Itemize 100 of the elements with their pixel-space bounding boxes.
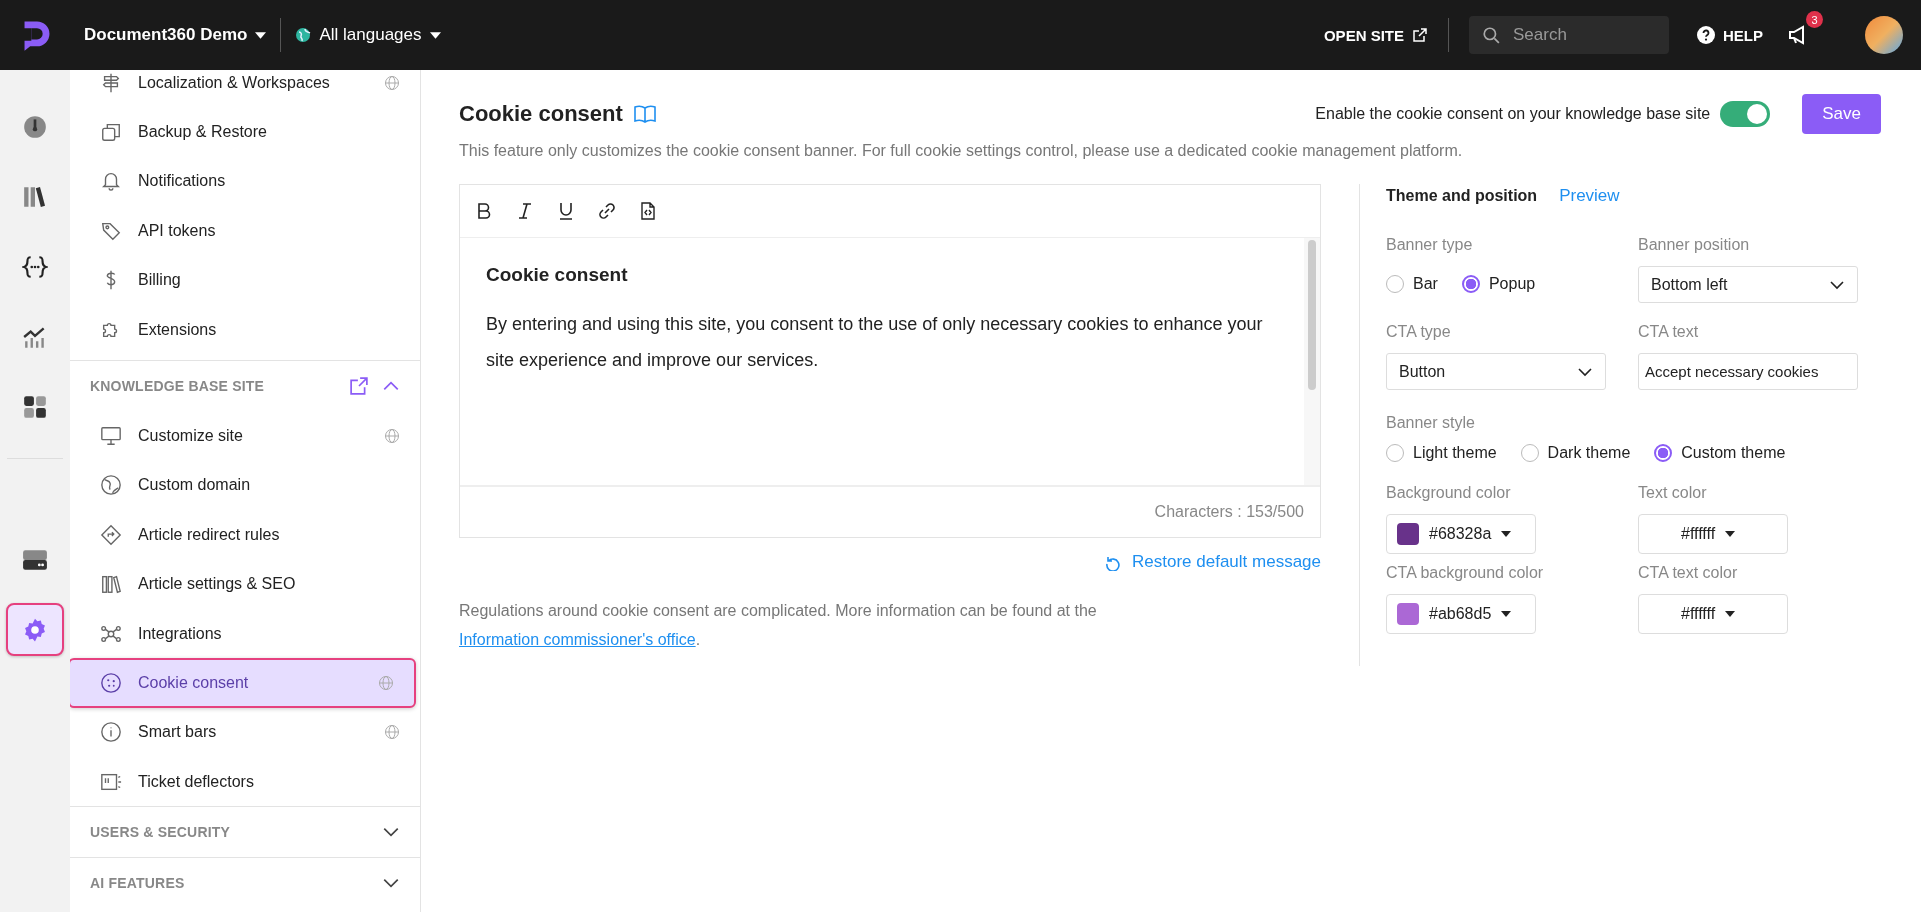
info-icon — [100, 721, 122, 744]
section-title: Theme and position — [1386, 187, 1538, 205]
field-label: Text color — [1638, 484, 1708, 502]
gauge-icon — [22, 113, 48, 140]
scrollbar[interactable] — [1304, 238, 1320, 485]
save-button[interactable]: Save — [1802, 94, 1881, 134]
sidebar-item-label: Article redirect rules — [138, 525, 281, 544]
section-header[interactable]: KNOWLEDGE BASE SITE — [70, 361, 420, 412]
page-description: This feature only customizes the cookie consent banner. For full cookie settings control, please use a dedicated cookie management platform. — [459, 142, 1464, 160]
diamond-arrow-icon — [100, 523, 122, 546]
sidebar-item-label: Backup & Restore — [138, 123, 268, 142]
section-header[interactable]: AI FEATURES — [70, 858, 420, 909]
link-button[interactable] — [597, 201, 617, 221]
radio-option[interactable]: Bar — [1386, 275, 1438, 293]
sidebar-item-label: Cookie consent — [138, 674, 250, 692]
external-link-icon[interactable] — [350, 377, 368, 396]
cta-type-dropdown[interactable]: Button — [1386, 353, 1606, 390]
sidebar-item-label: Custom domain — [138, 476, 252, 495]
radio-option[interactable]: Dark theme — [1520, 444, 1631, 462]
copy-icon — [100, 121, 122, 144]
globe-icon — [295, 27, 312, 43]
field-label: CTA type — [1386, 323, 1452, 341]
code-file-button[interactable] — [638, 201, 658, 221]
sidebar-item[interactable]: Cookie consent — [70, 658, 416, 708]
page-title: Cookie consent — [459, 101, 623, 127]
help-button[interactable]: HELP — [1697, 26, 1763, 44]
sidebar-item[interactable]: Notifications — [70, 156, 420, 207]
sidebar-item[interactable]: Smart bars — [70, 707, 420, 758]
search-field[interactable]: Search — [1469, 16, 1669, 54]
sidebar-item[interactable]: Article redirect rules — [70, 510, 420, 560]
color-picker[interactable]: #68328a — [1386, 514, 1536, 554]
caret-icon — [1501, 611, 1512, 617]
bell-icon — [100, 170, 122, 193]
radio-option[interactable]: Popup — [1461, 275, 1536, 293]
open-site-link[interactable]: OPEN SITE — [1323, 26, 1428, 44]
cookie-icon — [100, 672, 122, 694]
field-label: CTA background color — [1386, 564, 1545, 582]
sidebar-item[interactable]: Customize site — [70, 411, 420, 461]
radio-option[interactable]: Light theme — [1386, 444, 1497, 462]
sidebar-item[interactable]: Billing — [70, 255, 420, 305]
project-dropdown[interactable]: Document360 Demo — [84, 25, 267, 45]
sidebar-item-label: API tokens — [138, 221, 217, 240]
sidebar-item[interactable]: Localization & Workspaces — [70, 70, 420, 108]
sidebar-item-label: Billing — [138, 271, 182, 290]
sidebar-item[interactable]: Custom domain — [70, 460, 420, 511]
sidebar-item[interactable]: Article settings & SEO — [70, 559, 420, 609]
books-outline-icon — [100, 573, 122, 596]
section-header[interactable]: USERS & SECURITY — [70, 807, 420, 858]
notification-count: 3 — [1806, 11, 1823, 28]
color-picker[interactable]: #ab68d5 — [1386, 594, 1536, 634]
sidebar-item-label: Smart bars — [138, 723, 218, 742]
avatar[interactable] — [1865, 16, 1903, 54]
field-label: CTA text — [1638, 323, 1700, 341]
monitor-icon — [100, 425, 122, 448]
book-icon[interactable] — [632, 104, 657, 124]
external-link-icon — [1412, 27, 1428, 43]
sidebar-item-label: Notifications — [138, 172, 227, 191]
apps-icon — [22, 393, 48, 420]
globe-outline-icon — [100, 474, 122, 497]
toggle-switch[interactable] — [1720, 101, 1771, 127]
toggle-label: Enable the cookie consent on your knowledge base site — [1315, 105, 1711, 123]
link-icon — [597, 201, 617, 221]
language-dropdown[interactable]: All languages — [295, 25, 441, 45]
field-label: Banner type — [1386, 236, 1474, 254]
regulations-note: Regulations around cookie consent are complicated. More information can be found at the Information commissioner's office. — [459, 601, 1098, 650]
caret-icon — [1501, 531, 1512, 537]
radio-button[interactable] — [1654, 444, 1673, 462]
caret-icon — [255, 31, 267, 39]
code-file-icon — [638, 201, 658, 221]
sidebar-item[interactable]: Ticket deflectors — [70, 757, 420, 807]
sidebar-item[interactable]: Extensions — [70, 304, 420, 355]
sidebar-item-label: Localization & Workspaces — [138, 73, 331, 92]
sidebar-item-label: Integrations — [138, 624, 223, 643]
sidebar-item[interactable]: API tokens — [70, 206, 420, 256]
banner-position-dropdown[interactable]: Bottom left — [1638, 266, 1858, 303]
sidebar-item[interactable]: Backup & Restore — [70, 107, 420, 157]
cta-text-field[interactable]: Accept necessary cookies — [1638, 353, 1858, 390]
field-label: Background color — [1386, 484, 1512, 502]
code-braces-icon — [22, 253, 48, 280]
color-picker[interactable]: #ffffff — [1638, 594, 1788, 634]
sidebar-item-label: Extensions — [138, 320, 218, 339]
editor-heading: Cookie consent — [486, 264, 629, 286]
caret-icon — [1725, 531, 1736, 537]
caret-icon — [1725, 611, 1736, 617]
caret-icon — [429, 31, 441, 39]
search-icon — [1482, 26, 1500, 44]
field-label: Banner style — [1386, 414, 1476, 432]
settings-icon — [22, 616, 48, 643]
editor-paragraph: By entering and using this site, you consent to the use of only necessary cookies to enhance your site experience and improve our services. — [486, 313, 1264, 372]
sidebar-item-label: Ticket deflectors — [138, 772, 255, 791]
field-label: CTA text color — [1638, 564, 1739, 582]
radio-button[interactable] — [1461, 275, 1480, 293]
color-picker[interactable]: #ffffff — [1638, 514, 1788, 554]
field-label: Banner position — [1638, 236, 1751, 254]
sidebar-item-label: Article settings & SEO — [138, 575, 297, 594]
character-counter: Characters : 153/500 — [1154, 503, 1304, 521]
text-editor[interactable]: Cookie consent By entering and using this site, you consent to the use of only necessary cookies to enhance your site experience and improve our services. Characters : 153/500 — [459, 184, 1321, 538]
sidebar-item[interactable]: Integrations — [70, 608, 420, 659]
signpost-icon — [100, 71, 122, 94]
radio-option[interactable]: Custom theme — [1654, 444, 1786, 462]
